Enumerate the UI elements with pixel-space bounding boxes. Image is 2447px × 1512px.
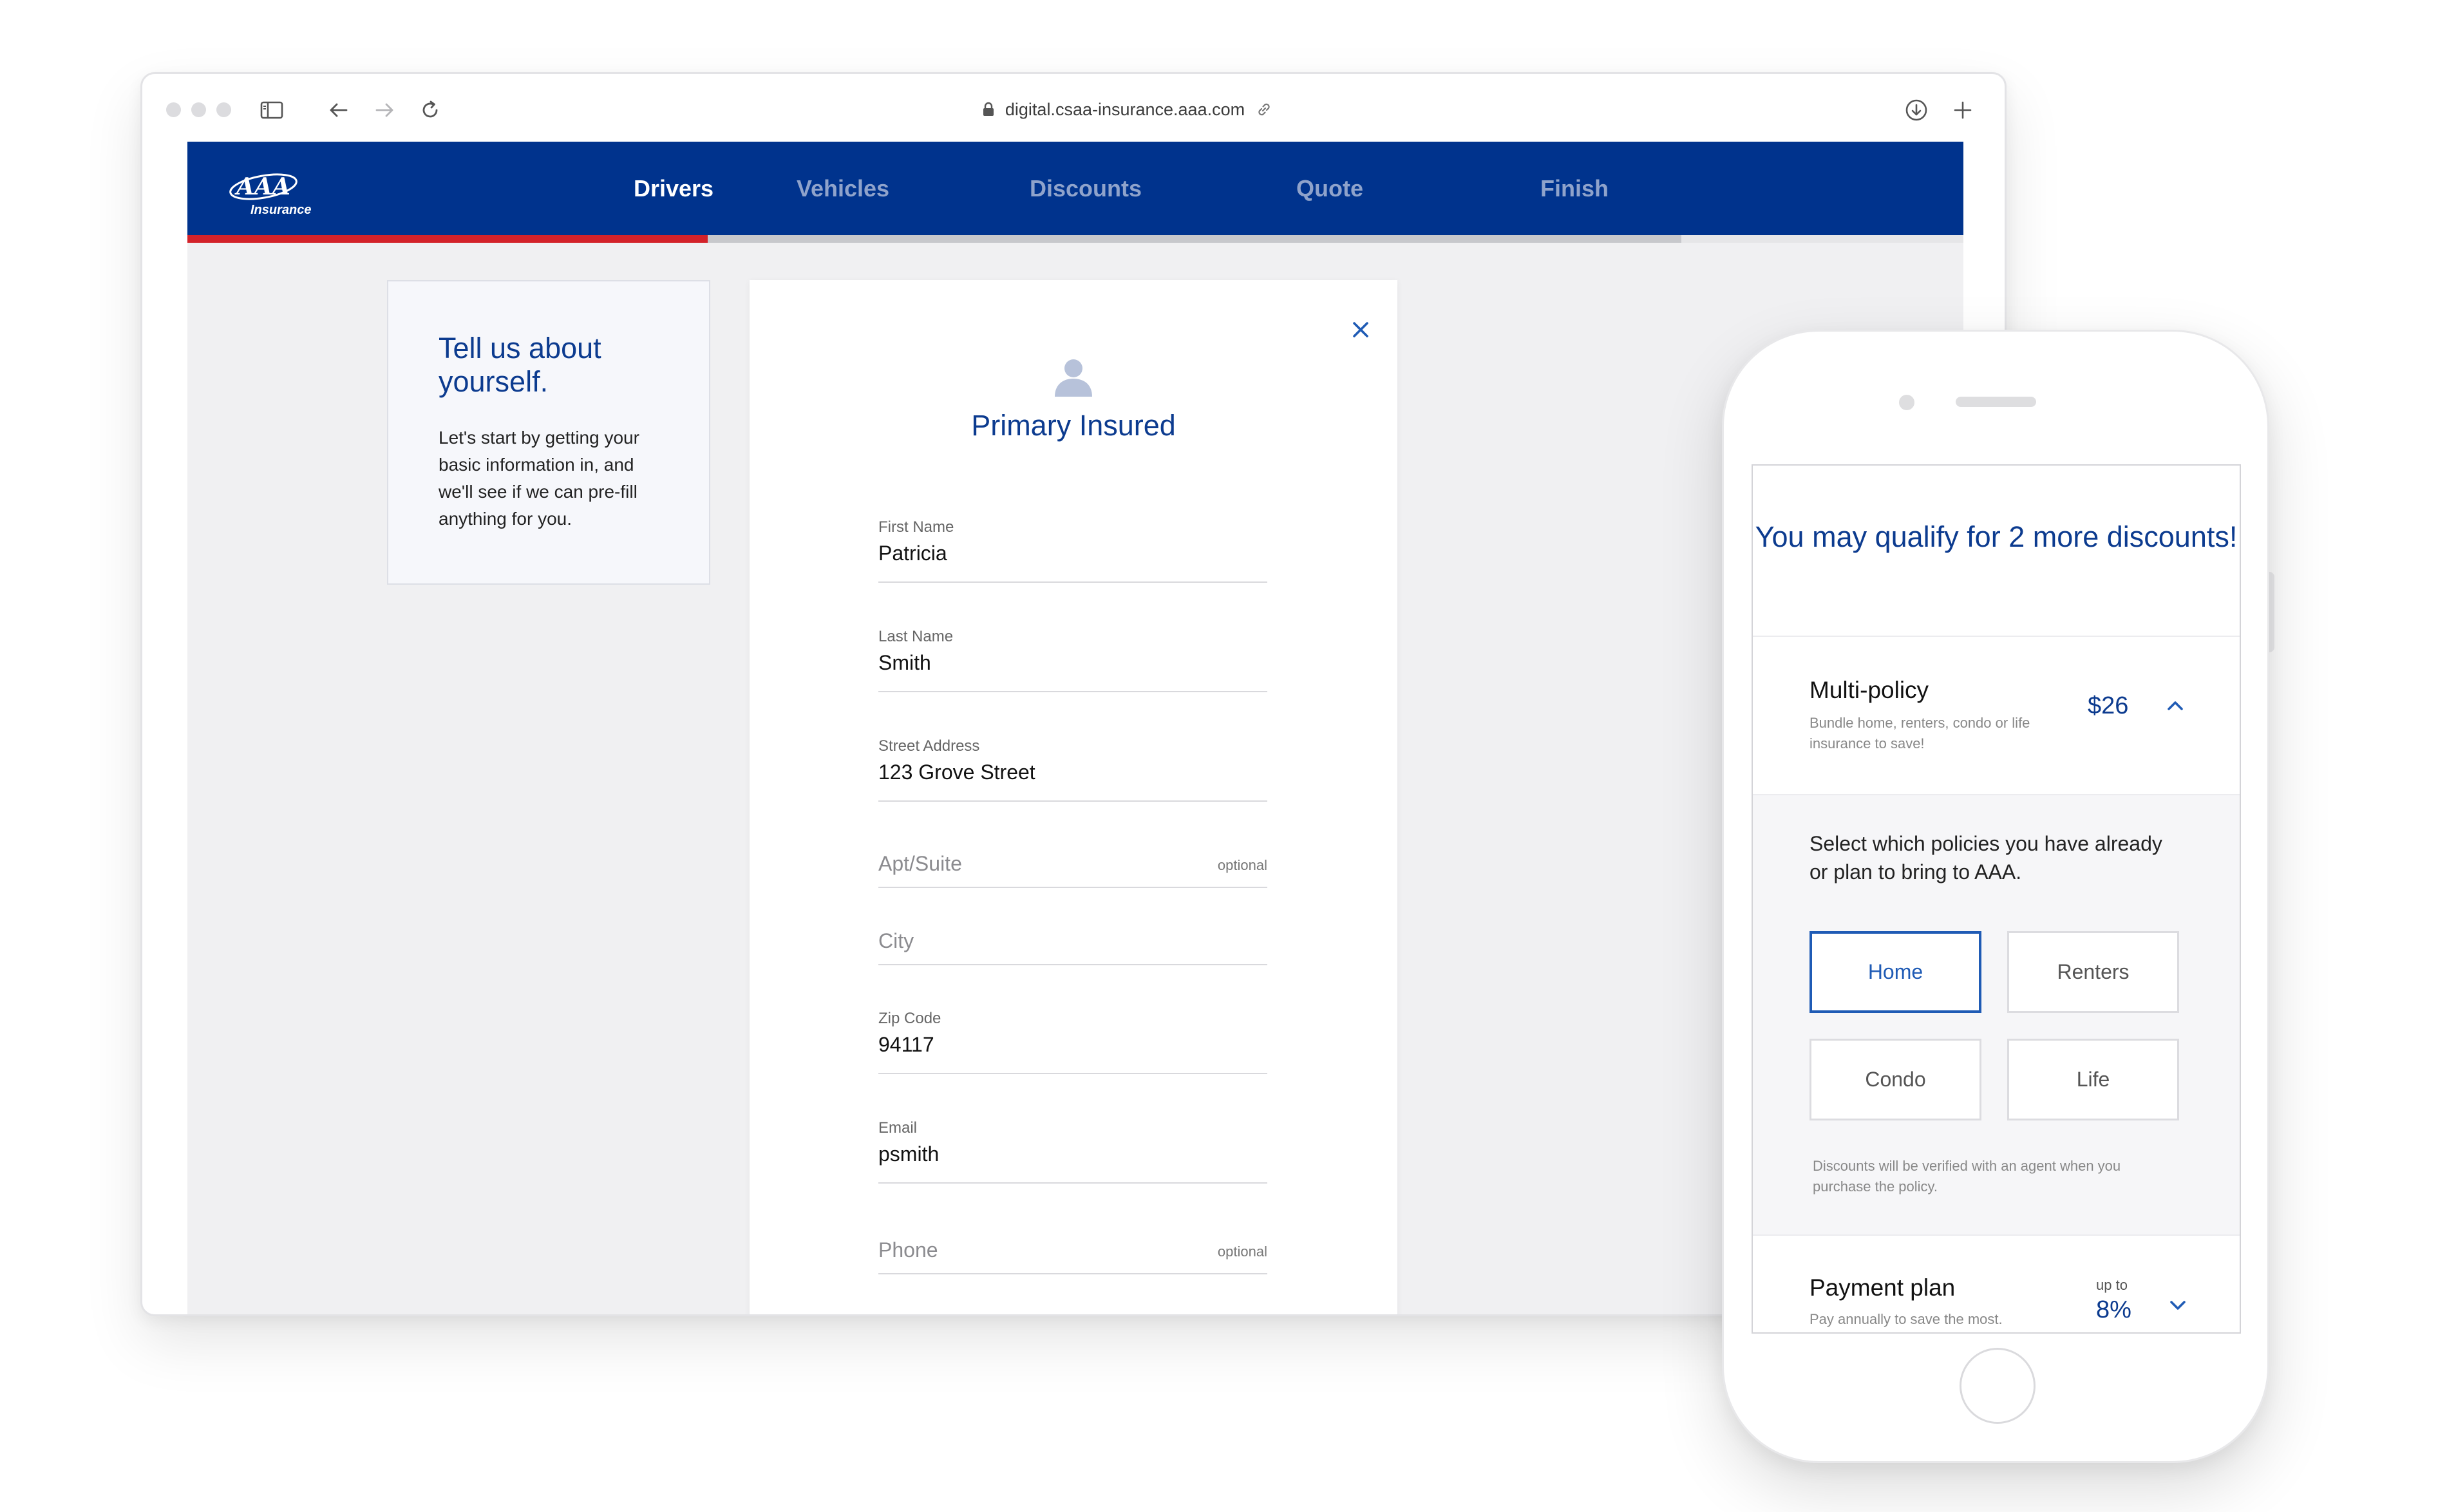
policy-option-renters[interactable]: Renters [2007, 931, 2179, 1013]
phone-field[interactable]: Phone optional [878, 1233, 1267, 1274]
mobile-discounts-screen: You may qualify for 2 more discounts! Mu… [1752, 464, 2241, 1334]
first-name-field[interactable]: First Name Patricia [878, 518, 1267, 583]
divider [1753, 794, 2240, 795]
payment-plan-subtitle: Pay annually to save the most. [1809, 1311, 2003, 1327]
chevron-down-icon[interactable] [2165, 1292, 2191, 1318]
phone-placeholder: Phone [878, 1238, 938, 1262]
multi-policy-instructions: Select which policies you have already o… [1809, 832, 2162, 884]
mobile-phone: You may qualify for 2 more discounts! Mu… [1722, 330, 2269, 1463]
tab-vehicles[interactable]: Vehicles [714, 142, 972, 235]
multi-policy-amount: $26 [2088, 692, 2129, 719]
phone-optional-tag: optional [1217, 1243, 1267, 1260]
last-name-label: Last Name [878, 628, 954, 645]
multi-policy-title: Multi-policy [1809, 677, 1929, 703]
last-name-value[interactable]: Smith [878, 651, 931, 675]
policy-option-condo[interactable]: Condo [1809, 1039, 1981, 1120]
primary-insured-form: Primary Insured First Name Patricia Last… [750, 280, 1397, 1314]
street-address-field[interactable]: Street Address 123 Grove Street [878, 737, 1267, 802]
mobile-discount-title: You may qualify for 2 more discounts! [1755, 520, 2238, 553]
logo-word: Insurance [250, 203, 311, 217]
phone-home-button[interactable] [1960, 1348, 2036, 1424]
window-minimize-dot[interactable] [191, 102, 206, 117]
insurance-app: AAA Insurance Drivers Vehicles Discounts… [187, 142, 1963, 1314]
url-text: digital.csaa-insurance.aaa.com [1005, 99, 1245, 119]
window-maximize-dot[interactable] [216, 102, 231, 117]
email-label: Email [878, 1119, 918, 1137]
form-title: Primary Insured [971, 409, 1176, 442]
phone-camera [1899, 395, 1914, 410]
sidebar-icon[interactable] [258, 96, 286, 124]
city-field[interactable]: City [878, 924, 1267, 965]
lock-icon [983, 102, 994, 116]
policy-option-life[interactable]: Life [2007, 1039, 2179, 1120]
browser-toolbar: digital.csaa-insurance.aaa.com [142, 74, 2005, 142]
divider [1753, 636, 2240, 637]
forward-arrow-icon[interactable] [370, 96, 399, 124]
city-placeholder: City [878, 929, 914, 952]
intro-title: Tell us about yourself. [439, 332, 601, 398]
street-address-value[interactable]: 123 Grove Street [878, 761, 1035, 784]
payment-plan-title: Payment plan [1809, 1274, 1956, 1301]
email-field[interactable]: Email psmith [878, 1119, 1267, 1184]
reload-icon[interactable] [416, 96, 444, 124]
new-tab-plus-icon[interactable] [1949, 96, 1977, 124]
apt-suite-placeholder: Apt/Suite [878, 852, 962, 875]
divider [1753, 1234, 2240, 1236]
last-name-field[interactable]: Last Name Smith [878, 628, 1267, 692]
back-arrow-icon[interactable] [325, 96, 353, 124]
first-name-label: First Name [878, 518, 954, 536]
multi-policy-subtitle: Bundle home, renters, condo or life insu… [1809, 715, 2030, 751]
person-icon [1055, 359, 1092, 397]
first-name-value[interactable]: Patricia [878, 542, 947, 565]
phone-speaker [1956, 397, 2036, 407]
progress-fill [187, 235, 708, 243]
street-address-label: Street Address [878, 737, 980, 755]
tab-quote[interactable]: Quote [1201, 142, 1459, 235]
close-icon[interactable] [1350, 319, 1372, 341]
address-bar[interactable]: digital.csaa-insurance.aaa.com [902, 93, 1353, 126]
aaa-insurance-logo[interactable]: AAA Insurance [226, 166, 323, 218]
tab-finish[interactable]: Finish [1446, 142, 1703, 235]
logo-letters: AAA [234, 173, 290, 200]
download-icon[interactable] [1902, 96, 1931, 124]
email-value[interactable]: psmith [878, 1142, 939, 1166]
link-icon[interactable] [1255, 100, 1273, 118]
tab-discounts[interactable]: Discounts [957, 142, 1214, 235]
apt-suite-optional-tag: optional [1217, 857, 1267, 873]
zip-code-value[interactable]: 94117 [878, 1033, 934, 1057]
progress-bar [187, 235, 1963, 243]
apt-suite-field[interactable]: Apt/Suite optional [878, 847, 1267, 888]
policy-option-home[interactable]: Home [1809, 931, 1981, 1013]
discount-verification-note: Discounts will be verified with an agent… [1813, 1158, 2121, 1195]
window-close-dot[interactable] [166, 102, 181, 117]
intro-card: Tell us about yourself. Let's start by g… [387, 280, 710, 585]
app-header: AAA Insurance Drivers Vehicles Discounts… [187, 142, 1963, 235]
intro-body: Let's start by getting your basic inform… [439, 428, 639, 529]
chevron-up-icon[interactable] [2162, 692, 2188, 718]
payment-plan-amount: 8% [2096, 1296, 2131, 1323]
zip-code-field[interactable]: Zip Code 94117 [878, 1010, 1267, 1074]
payment-plan-up-to: up to [2096, 1277, 2128, 1293]
zip-code-label: Zip Code [878, 1010, 941, 1027]
